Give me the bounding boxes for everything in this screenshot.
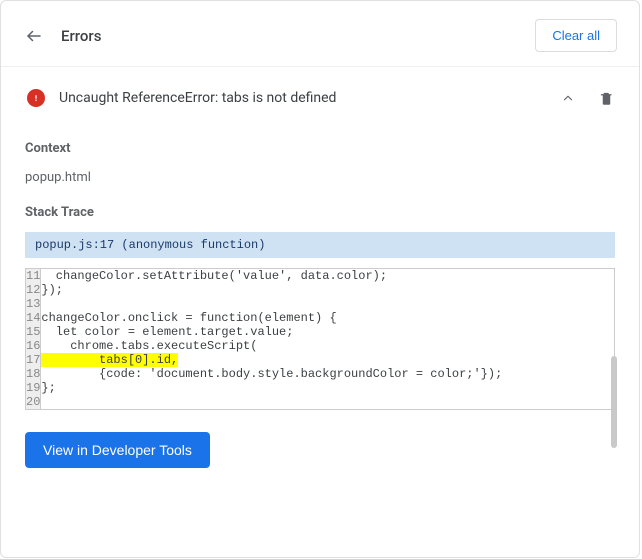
code-cell: let color = element.target.value; <box>41 325 614 339</box>
line-number: 14 <box>26 311 41 325</box>
code-cell: }; <box>41 381 614 395</box>
error-header-row: Uncaught ReferenceError: tabs is not def… <box>25 67 615 121</box>
code-cell: changeColor.setAttribute('value', data.c… <box>41 269 614 283</box>
line-number: 17 <box>26 353 41 367</box>
view-in-devtools-button[interactable]: View in Developer Tools <box>25 432 210 468</box>
code-cell <box>41 297 614 311</box>
highlighted-code: tabs[0].id, <box>41 353 178 367</box>
error-icon <box>27 89 45 107</box>
delete-error-icon[interactable] <box>597 89 615 107</box>
line-number: 16 <box>26 339 41 353</box>
code-line: 14changeColor.onclick = function(element… <box>26 311 614 325</box>
code-wrap: 11 changeColor.setAttribute('value', dat… <box>25 268 615 410</box>
code-viewer[interactable]: 11 changeColor.setAttribute('value', dat… <box>25 268 615 410</box>
code-cell: }); <box>41 283 614 297</box>
topbar: Errors Clear all <box>1 1 639 67</box>
code-line: 13 <box>26 297 614 311</box>
line-number: 20 <box>26 395 41 409</box>
page-title: Errors <box>61 27 101 45</box>
error-left: Uncaught ReferenceError: tabs is not def… <box>27 89 336 107</box>
stack-frame[interactable]: popup.js:17 (anonymous function) <box>25 232 615 258</box>
back-arrow-icon[interactable] <box>25 27 43 45</box>
line-number: 12 <box>26 283 41 297</box>
code-line: 12}); <box>26 283 614 297</box>
clear-all-button[interactable]: Clear all <box>535 19 617 52</box>
errors-panel: Errors Clear all Uncaught ReferenceError… <box>0 0 640 558</box>
code-line: 17 tabs[0].id, <box>26 353 614 367</box>
line-number: 19 <box>26 381 41 395</box>
line-number: 11 <box>26 269 41 283</box>
code-line: 15 let color = element.target.value; <box>26 325 614 339</box>
code-line: 11 changeColor.setAttribute('value', dat… <box>26 269 614 283</box>
collapse-chevron-icon[interactable] <box>559 89 577 107</box>
code-cell <box>41 395 614 409</box>
line-number: 15 <box>26 325 41 339</box>
context-value: popup.html <box>25 170 615 185</box>
topbar-left: Errors <box>25 27 101 45</box>
code-line: 18 {code: 'document.body.style.backgroun… <box>26 367 614 381</box>
code-cell: chrome.tabs.executeScript( <box>41 339 614 353</box>
code-cell: {code: 'document.body.style.backgroundCo… <box>41 367 614 381</box>
stack-trace-label: Stack Trace <box>25 205 615 220</box>
content: Uncaught ReferenceError: tabs is not def… <box>1 67 639 488</box>
code-line: 16 chrome.tabs.executeScript( <box>26 339 614 353</box>
error-message: Uncaught ReferenceError: tabs is not def… <box>59 90 336 106</box>
line-number: 13 <box>26 297 41 311</box>
scrollbar-thumb[interactable] <box>611 356 617 448</box>
code-cell: tabs[0].id, <box>41 353 614 367</box>
error-right <box>559 89 615 107</box>
code-line: 19}; <box>26 381 614 395</box>
line-number: 18 <box>26 367 41 381</box>
code-cell: changeColor.onclick = function(element) … <box>41 311 614 325</box>
context-label: Context <box>25 141 615 156</box>
code-line: 20 <box>26 395 614 409</box>
